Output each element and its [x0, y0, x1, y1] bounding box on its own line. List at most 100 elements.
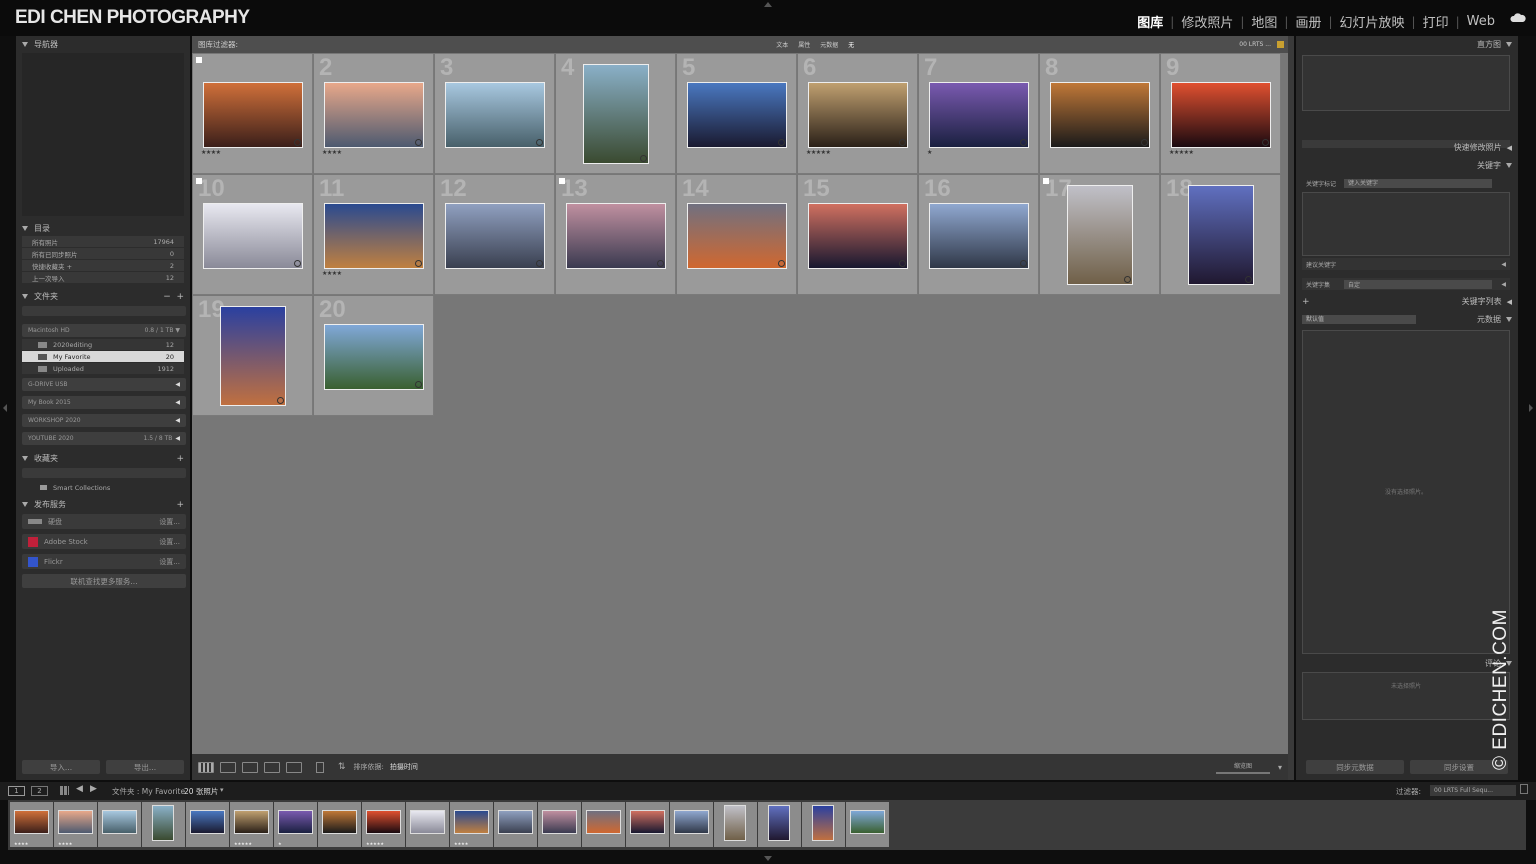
volume-item[interactable]: My Book 2015 ◀	[22, 396, 186, 409]
photo-thumbnail[interactable]	[203, 203, 303, 269]
folder-item[interactable]: My Favorite 20	[22, 351, 184, 362]
filmstrip-thumbnail[interactable]	[14, 810, 49, 834]
filmstrip-thumbnail[interactable]	[58, 810, 93, 834]
filmstrip-thumbnail[interactable]	[850, 810, 885, 834]
people-view-icon[interactable]	[286, 761, 302, 773]
grid-cell[interactable]: 16	[919, 175, 1039, 295]
catalog-header[interactable]: 目录	[16, 220, 190, 237]
grid-icon[interactable]	[60, 786, 69, 795]
grid-cell[interactable]: 15	[798, 175, 918, 295]
star-rating[interactable]: ★	[927, 149, 932, 156]
module-tab[interactable]: 地图	[1244, 12, 1284, 31]
collections-header[interactable]: 收藏夹 +	[16, 450, 190, 467]
keyword-set-select[interactable]: 自定	[1344, 279, 1493, 289]
toolbar-menu-icon[interactable]: ▾	[1278, 763, 1282, 772]
module-tab[interactable]: 打印	[1416, 12, 1456, 31]
keyword-list-header[interactable]: + 关键字列表 ◀	[1296, 293, 1518, 310]
module-tab[interactable]: Web	[1460, 14, 1502, 29]
module-tab[interactable]: 修改照片	[1174, 12, 1240, 31]
filmstrip-cell[interactable]: ★★★★	[10, 802, 53, 847]
grid-cell[interactable]: 10	[193, 175, 313, 295]
filmstrip-thumbnail[interactable]	[454, 810, 489, 834]
compare-view-icon[interactable]	[242, 761, 258, 773]
volume-item[interactable]: G-DRIVE USB ◀	[22, 378, 186, 391]
photo-thumbnail[interactable]	[929, 203, 1029, 269]
histogram-header[interactable]: 直方图	[1296, 36, 1518, 53]
sort-direction-icon[interactable]: ⇅	[338, 762, 346, 772]
cloud-sync-icon[interactable]	[1510, 13, 1526, 22]
keywords-entry-box[interactable]	[1302, 192, 1510, 256]
folder-item[interactable]: 2020editing 12	[22, 339, 184, 350]
catalog-item[interactable]: 上一次导入 12	[22, 272, 184, 283]
filmstrip-thumbnail[interactable]	[234, 810, 269, 834]
grid-cell[interactable]: 3	[435, 54, 555, 174]
pick-flag-icon[interactable]	[559, 178, 565, 184]
find-more-services-button[interactable]: 联机查找更多服务...	[22, 574, 186, 588]
publish-service-item[interactable]: Adobe Stock 设置...	[22, 534, 186, 549]
volume-macintosh-hd[interactable]: Macintosh HD 0.8 / 1 TB ▼	[22, 324, 186, 337]
collapse-left-arrow-icon[interactable]	[3, 404, 7, 412]
collapse-top-arrow-icon[interactable]	[764, 2, 772, 7]
filter-preset-select[interactable]: 00 LRTS ...	[1239, 41, 1271, 48]
collapse-right-arrow-icon[interactable]	[1529, 404, 1533, 412]
grid-cell[interactable]: 2 ★★★★	[314, 54, 434, 174]
navigator-preview[interactable]	[22, 53, 184, 216]
grid-cell[interactable]: 20	[314, 296, 434, 416]
filmstrip-cell[interactable]	[318, 802, 361, 847]
loupe-view-icon[interactable]	[220, 761, 236, 773]
collapse-bottom-arrow-icon[interactable]	[764, 856, 772, 861]
filmstrip-cell[interactable]: ★★★★★	[230, 802, 273, 847]
navigator-header[interactable]: 导航器	[16, 36, 190, 53]
star-rating[interactable]: ★★★★	[201, 149, 221, 156]
publish-service-item[interactable]: Flickr 设置...	[22, 554, 186, 569]
grid-cell[interactable]: 13	[556, 175, 676, 295]
grid-cell[interactable]: ★★★★	[193, 54, 313, 174]
pick-flag-icon[interactable]	[196, 57, 202, 63]
source-dropdown-icon[interactable]: ▾	[220, 786, 224, 794]
photo-thumbnail[interactable]	[566, 203, 666, 269]
filmstrip-cell[interactable]	[538, 802, 581, 847]
grid-cell[interactable]: 18	[1161, 175, 1281, 295]
filter-tab[interactable]: 属性	[798, 40, 810, 49]
forward-arrow-icon[interactable]: ▶	[90, 784, 97, 794]
grid-cell[interactable]: 8	[1040, 54, 1160, 174]
module-tab[interactable]: 图库	[1130, 12, 1170, 31]
filter-tab[interactable]: 无	[848, 40, 854, 49]
metadata-preset-select[interactable]: 默认值	[1302, 315, 1416, 324]
add-collection-button[interactable]: +	[176, 454, 184, 464]
filmstrip-source-path[interactable]: 文件夹 : My Favorite	[112, 786, 185, 797]
filmstrip-thumbnail[interactable]	[190, 810, 225, 834]
lock-icon[interactable]	[1277, 41, 1284, 48]
photo-thumbnail[interactable]	[445, 203, 545, 269]
grid-cell[interactable]: 11 ★★★★	[314, 175, 434, 295]
filmstrip-cell[interactable]	[802, 802, 845, 847]
publish-service-item[interactable]: 硬盘 设置...	[22, 514, 186, 529]
photo-thumbnail[interactable]	[324, 324, 424, 390]
volume-item[interactable]: WORKSHOP 2020 ◀	[22, 414, 186, 427]
back-arrow-icon[interactable]: ◀	[76, 784, 83, 794]
filmstrip-thumbnail[interactable]	[322, 810, 357, 834]
photo-thumbnail[interactable]	[687, 82, 787, 148]
grid-cell[interactable]: 5	[677, 54, 797, 174]
filmstrip-cell[interactable]: ★★★★	[450, 802, 493, 847]
filmstrip-thumbnail[interactable]	[812, 805, 834, 841]
sync-metadata-button[interactable]: 同步元数据	[1306, 760, 1404, 774]
photo-thumbnail[interactable]	[808, 203, 908, 269]
grid-view-icon[interactable]	[198, 761, 214, 773]
photo-thumbnail[interactable]	[203, 82, 303, 148]
comments-header[interactable]: 评论	[1296, 655, 1518, 672]
filmstrip-thumbnail[interactable]	[724, 805, 746, 841]
pick-flag-icon[interactable]	[196, 178, 202, 184]
filmstrip-cell[interactable]	[714, 802, 757, 847]
photo-thumbnail[interactable]	[687, 203, 787, 269]
module-tab[interactable]: 画册	[1288, 12, 1328, 31]
smart-collections-item[interactable]: Smart Collections	[22, 482, 184, 493]
grid-cell[interactable]: 7 ★	[919, 54, 1039, 174]
filter-tab[interactable]: 元数据	[820, 40, 838, 49]
star-rating[interactable]: ★★★★★	[1169, 149, 1194, 156]
filmstrip-filter-select[interactable]: 00 LRTS Full Sequ...	[1430, 785, 1516, 796]
collection-filter-field[interactable]	[22, 468, 186, 478]
keyword-tags-select[interactable]: 键入关键字	[1344, 179, 1493, 188]
filmstrip-cell[interactable]	[582, 802, 625, 847]
filmstrip-cell[interactable]: ★★★★	[54, 802, 97, 847]
